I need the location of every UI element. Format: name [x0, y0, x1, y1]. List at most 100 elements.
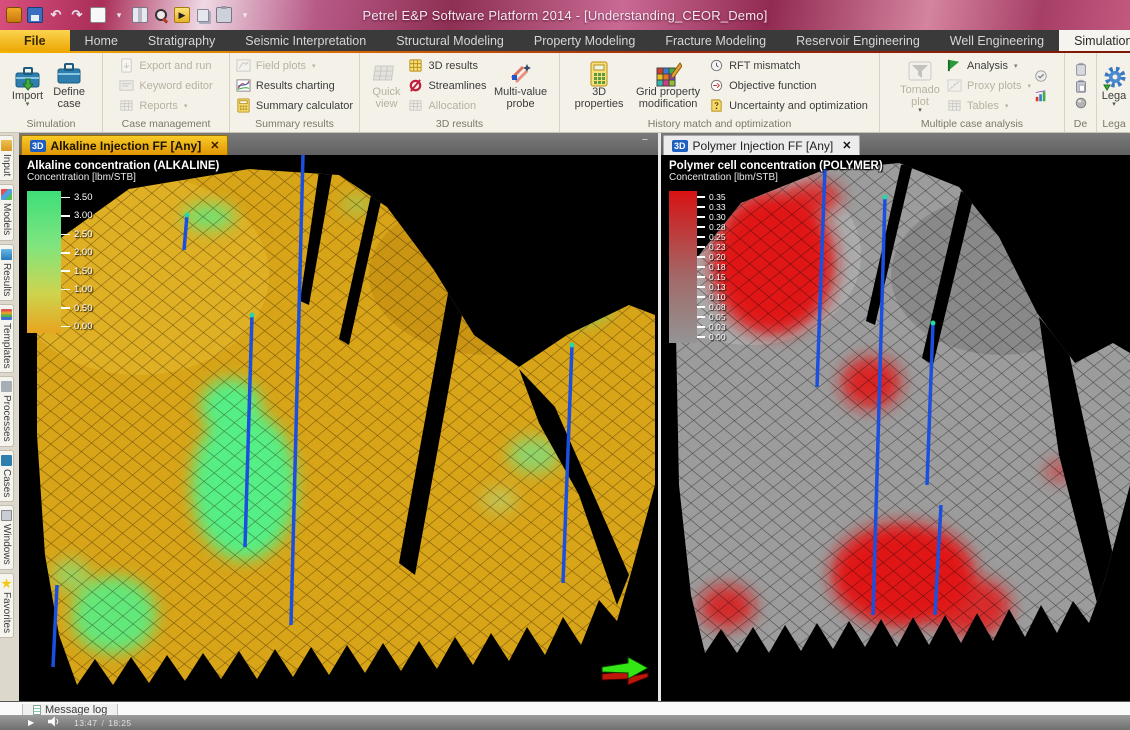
quick-view-button[interactable]: Quick view — [367, 60, 405, 111]
undo-icon[interactable]: ↶ — [48, 7, 64, 23]
sidebar-tab[interactable]: Favorites — [0, 573, 14, 638]
redo-icon[interactable]: ↷ — [69, 7, 85, 23]
ribbon-tab[interactable]: File — [0, 30, 70, 51]
summary-calculator-button[interactable]: Summary calculator — [236, 97, 353, 116]
video-player-bar: ▶ 13:47/18:25 — [0, 715, 1130, 730]
copy-icon[interactable] — [197, 9, 209, 22]
ribbon-tab[interactable]: Seismic Interpretation — [230, 30, 381, 51]
playback-time: 13:47/18:25 — [74, 718, 131, 728]
left-viewport: 3D Alkaline Injection FF [Any] ✕ − — [19, 133, 658, 701]
alkaline-3d-canvas[interactable]: Alkaline concentration (ALKALINE) Concen… — [19, 155, 658, 701]
left-viewport-titlebar: 3D Alkaline Injection FF [Any] ✕ − — [19, 133, 658, 155]
group-label-case-management: Case management — [103, 117, 229, 132]
petrel-app-icon[interactable] — [6, 7, 22, 23]
legacy-gear-icon — [1101, 65, 1127, 91]
import-briefcase-icon — [14, 65, 42, 91]
right-viewport-close-button[interactable]: ✕ — [842, 139, 851, 152]
ribbon-tab[interactable]: Property Modeling — [519, 30, 650, 51]
keyword-editor-icon — [119, 78, 135, 94]
group-label-multiple-case-analysis: Multiple case analysis — [880, 117, 1064, 132]
proxy-plots-button[interactable]: Proxy plots ▾ — [947, 77, 1031, 96]
main-area: Input Models Results Templates Processes — [0, 133, 1130, 701]
ribbon-tab[interactable]: Simulation — [1059, 30, 1130, 51]
3d-results-button[interactable]: 3D results — [408, 57, 486, 76]
define-case-briefcase-icon — [56, 61, 82, 87]
multi-value-probe-button[interactable]: Multi-value probe — [490, 60, 552, 111]
search-icon[interactable] — [153, 7, 169, 23]
3d-results-icon — [408, 58, 424, 74]
sidebar-tab-strip: Input Models Results Templates Processes — [0, 133, 19, 701]
define-case-button[interactable]: Define case — [47, 60, 91, 111]
sidebar-tab[interactable]: Windows — [0, 505, 14, 570]
field-plots-caret-icon: ▾ — [312, 62, 316, 70]
import-button[interactable]: Import ▾ — [11, 64, 44, 109]
tornado-plot-button[interactable]: Tornado plot ▾ — [896, 58, 944, 114]
sidebar-tab[interactable]: Cases — [0, 450, 14, 502]
sidebar-tab-icon — [1, 309, 12, 320]
split-view-icon[interactable] — [132, 7, 148, 23]
north-arrow-icon — [600, 655, 652, 689]
titlebar: Petrel E&P Software Platform 2014 - [Und… — [0, 0, 1130, 30]
proxy-plots-icon — [947, 78, 963, 94]
ribbon-group-multiple-case-analysis: Tornado plot ▾ Analysis ▾ Proxy plots ▾ … — [880, 53, 1065, 132]
toolbar-more-icon[interactable]: ▾ — [237, 7, 253, 23]
ribbon-tab[interactable]: Stratigraphy — [133, 30, 230, 51]
sidebar-tab-icon — [1, 381, 12, 392]
ribbon-tab[interactable]: Reservoir Engineering — [781, 30, 935, 51]
left-viewport-tab[interactable]: 3D Alkaline Injection FF [Any] ✕ — [21, 135, 228, 155]
proxy-plots-caret-icon: ▾ — [1027, 82, 1031, 90]
objective-function-icon — [709, 78, 725, 94]
sphere-icon[interactable] — [1074, 96, 1088, 110]
new-window-icon[interactable] — [90, 7, 106, 23]
streamlines-button[interactable]: Streamlines — [408, 77, 486, 96]
legacy-button[interactable]: Lega ▾ — [1100, 64, 1128, 109]
objective-function-button[interactable]: Objective function — [709, 77, 868, 96]
volume-icon[interactable] — [48, 716, 60, 729]
new-window-dropdown-caret[interactable]: ▾ — [111, 7, 127, 23]
allocation-button[interactable]: Allocation — [408, 97, 486, 116]
sidebar-tab[interactable]: Input — [0, 135, 14, 181]
export-and-run-icon — [119, 58, 135, 74]
save-icon[interactable] — [27, 7, 43, 23]
ribbon-tab[interactable]: Home — [70, 30, 133, 51]
sidebar-tab[interactable]: Models — [0, 184, 14, 240]
circled-check-icon[interactable] — [1034, 69, 1048, 83]
uncertainty-note-icon — [709, 98, 725, 114]
keyword-editor-button[interactable]: Keyword editor — [119, 77, 212, 96]
3d-properties-icon — [587, 61, 611, 87]
results-charting-icon — [236, 78, 252, 94]
export-and-run-button[interactable]: Export and run — [119, 57, 212, 76]
paste-icon[interactable] — [216, 7, 232, 23]
3d-properties-button[interactable]: 3D properties — [571, 60, 627, 111]
group-label-simulation: Simulation — [0, 117, 102, 132]
grid-property-modification-icon — [654, 61, 682, 87]
copy-case-clipboard-icon[interactable] — [1074, 62, 1088, 76]
field-plots-button[interactable]: Field plots ▾ — [236, 57, 353, 76]
rft-mismatch-button[interactable]: RFT mismatch — [709, 57, 868, 76]
right-viewport-tab[interactable]: 3D Polymer Injection FF [Any] ✕ — [663, 135, 860, 155]
ribbon-tab[interactable]: Fracture Modeling — [650, 30, 781, 51]
ribbon-tab[interactable]: Structural Modeling — [381, 30, 519, 51]
play-button[interactable]: ▶ — [28, 718, 34, 727]
group-label-summary-results: Summary results — [230, 117, 359, 132]
sidebar-tab[interactable]: Templates — [0, 304, 14, 374]
tornado-plot-caret-icon: ▾ — [918, 108, 922, 113]
uncertainty-optimization-button[interactable]: Uncertainty and optimization — [709, 97, 868, 116]
sidebar-tab[interactable]: Results — [0, 244, 14, 301]
left-viewport-minimize-button[interactable]: − — [642, 135, 648, 145]
results-charting-button[interactable]: Results charting — [236, 77, 353, 96]
ribbon-tab[interactable]: Well Engineering — [935, 30, 1059, 51]
reports-button[interactable]: Reports ▾ — [119, 97, 212, 116]
sidebar-tab[interactable]: Processes — [0, 376, 14, 447]
grid-property-modification-button[interactable]: Grid property modification — [630, 60, 706, 111]
streamlines-icon — [408, 78, 424, 94]
sidebar-tab-icon — [1, 510, 12, 521]
multi-chart-icon[interactable] — [1034, 89, 1048, 103]
tables-button[interactable]: Tables ▾ — [947, 97, 1031, 116]
group-label-legacy: Lega — [1097, 117, 1130, 132]
left-viewport-close-button[interactable]: ✕ — [210, 139, 219, 152]
polymer-3d-canvas[interactable]: Polymer cell concentration (POLYMER) Con… — [661, 155, 1130, 701]
paste-case-clipboard-icon[interactable] — [1074, 79, 1088, 93]
run-simulation-icon[interactable]: ▶ — [174, 7, 190, 23]
analysis-button[interactable]: Analysis ▾ — [947, 57, 1031, 76]
